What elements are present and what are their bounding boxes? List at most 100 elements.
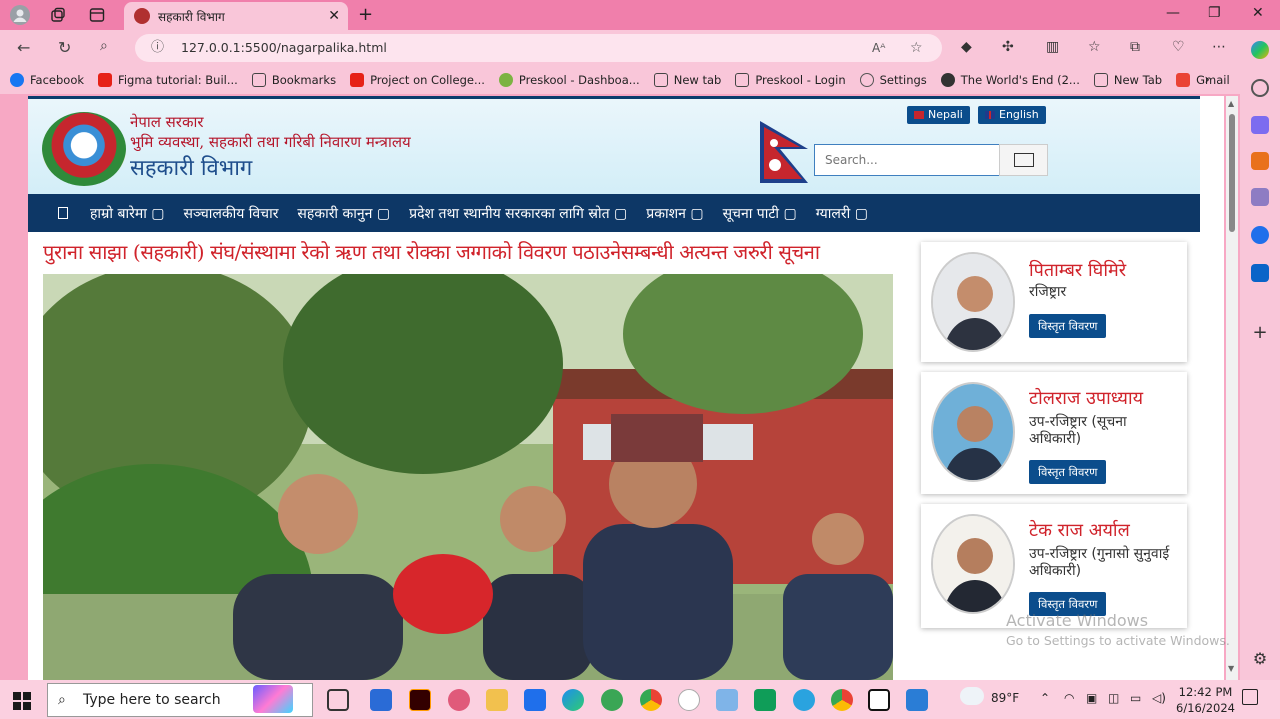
camo-icon[interactable]: [754, 689, 776, 711]
tools-briefcase-icon[interactable]: [1251, 152, 1269, 170]
official-role: उप-रजिष्ट्रार (गुनासो सुनुवाई अधिकारी): [1029, 546, 1170, 579]
search-highlight-icon[interactable]: [253, 685, 293, 713]
nav-province-local-resources[interactable]: प्रदेश तथा स्थानीय सरकारका लागि स्रोत ▢: [409, 204, 627, 223]
scroll-down-icon[interactable]: ▼: [1228, 664, 1234, 673]
chrome-icon[interactable]: [640, 689, 662, 711]
split-screen-icon[interactable]: ▥: [1046, 39, 1059, 55]
profile-icon[interactable]: [9, 4, 31, 26]
edge-sidebar: + ⚙: [1240, 30, 1280, 680]
official-card: टोलराज उपाध्याय उप-रजिष्ट्रार (सूचना अधि…: [921, 372, 1187, 494]
windows-start-icon[interactable]: [13, 692, 31, 710]
close-window-icon[interactable]: ✕: [1252, 5, 1264, 21]
official-role: रजिष्ट्रार: [1029, 284, 1067, 300]
adobe-illustrator-icon[interactable]: [409, 689, 431, 711]
restore-icon[interactable]: ❐: [1208, 5, 1221, 21]
extensions-puzzle-icon[interactable]: ✣: [1002, 39, 1014, 55]
file-explorer-icon[interactable]: [486, 689, 508, 711]
bookmark-label: Preskool - Dashboa...: [518, 73, 640, 87]
add-sidebar-app-icon[interactable]: +: [1251, 324, 1269, 342]
english-language-button[interactable]: English: [978, 106, 1046, 124]
bookmark-item[interactable]: Facebook: [10, 73, 84, 87]
notion-icon[interactable]: [868, 689, 890, 711]
show-hidden-icons-icon[interactable]: ⌃: [1040, 691, 1050, 705]
wifi-icon[interactable]: ◠: [1064, 691, 1074, 705]
extension-icon[interactable]: ◆: [961, 39, 972, 55]
search-icon[interactable]: ⌕: [100, 38, 108, 54]
bookmark-item[interactable]: Bookmarks: [251, 73, 336, 87]
battery-icon[interactable]: ▭: [1130, 691, 1141, 705]
close-tab-icon[interactable]: ✕: [328, 8, 340, 24]
games-icon[interactable]: [1251, 188, 1269, 206]
microsoft-store-icon[interactable]: [370, 689, 392, 711]
collections-icon[interactable]: ⧉: [1130, 39, 1140, 55]
bookmark-item[interactable]: Preskool - Login: [735, 73, 846, 87]
back-icon[interactable]: ←: [17, 38, 30, 57]
volume-icon[interactable]: ◁): [1152, 691, 1166, 705]
workspaces-icon[interactable]: [47, 4, 69, 26]
bookmark-item[interactable]: Settings: [859, 73, 927, 87]
chrome-profile-icon[interactable]: [831, 689, 853, 711]
green-app-icon[interactable]: [601, 689, 623, 711]
mail-icon[interactable]: [524, 689, 546, 711]
snipping-tool-icon[interactable]: [448, 689, 470, 711]
details-button[interactable]: विस्तृत विवरण: [1029, 460, 1107, 484]
bookmark-item[interactable]: The World's End (2...: [940, 73, 1080, 87]
nepali-language-button[interactable]: Nepali: [907, 106, 970, 124]
bookmark-item[interactable]: Gmail: [1176, 73, 1230, 87]
sidebar-search-icon[interactable]: [1251, 79, 1269, 97]
browser-essentials-icon[interactable]: ♡: [1172, 39, 1185, 55]
edge-icon[interactable]: [562, 689, 584, 711]
nav-publications[interactable]: प्रकाशन ▢: [646, 204, 703, 223]
site-search-button[interactable]: [999, 144, 1048, 176]
system-clock[interactable]: 12:42 PM 6/16/2024: [1176, 684, 1235, 716]
telegram-icon[interactable]: [793, 689, 815, 711]
sidebar-settings-icon[interactable]: ⚙: [1251, 650, 1269, 668]
app-icon[interactable]: [716, 689, 738, 711]
bookmark-item[interactable]: Preskool - Dashboa...: [498, 73, 640, 87]
active-tab[interactable]: सहकारी विभाग ✕: [124, 2, 348, 30]
copilot-icon[interactable]: [1251, 41, 1269, 59]
new-tab-icon[interactable]: +: [358, 4, 373, 25]
favorites-icon[interactable]: ☆: [1088, 39, 1101, 55]
nav-gallery[interactable]: ग्यालरी ▢: [816, 204, 868, 223]
tab-actions-icon[interactable]: [86, 4, 108, 26]
read-aloud-icon[interactable]: Aᴬ: [872, 34, 885, 62]
more-menu-icon[interactable]: ⋯: [1212, 39, 1226, 55]
camera-icon[interactable]: ◫: [1108, 691, 1119, 705]
bookmark-item[interactable]: New Tab: [1093, 73, 1163, 87]
bookmark-item[interactable]: Project on College...: [350, 73, 485, 87]
bookmark-item[interactable]: New tab: [653, 73, 721, 87]
m365-icon[interactable]: [1251, 226, 1269, 244]
bookmark-item[interactable]: Figma tutorial: Buil...: [98, 73, 238, 87]
meet-now-icon[interactable]: ▣: [1086, 691, 1097, 705]
weather-icon[interactable]: [960, 687, 984, 705]
bookmark-label: New Tab: [1113, 73, 1163, 87]
shopping-tag-icon[interactable]: [1251, 116, 1269, 134]
vscode-icon[interactable]: [906, 689, 928, 711]
nav-board-views[interactable]: सञ्चालकीय विचार: [184, 204, 279, 223]
bookmarks-overflow-icon[interactable]: ›: [1204, 72, 1210, 88]
weather-temp[interactable]: 89°F: [991, 691, 1019, 705]
scroll-thumb[interactable]: [1229, 114, 1235, 232]
refresh-icon[interactable]: ↻: [58, 38, 71, 57]
site-search-input[interactable]: [814, 144, 1000, 176]
nav-about[interactable]: हाम्रो बारेमा ▢: [90, 204, 165, 223]
site-info-icon[interactable]: ⓘ: [151, 34, 164, 62]
minimize-icon[interactable]: —: [1166, 5, 1180, 21]
details-button[interactable]: विस्तृत विवरण: [1029, 314, 1107, 338]
notifications-icon[interactable]: [1242, 689, 1258, 705]
nav-cooperative-law[interactable]: सहकारी कानुन ▢: [297, 204, 390, 223]
home-icon[interactable]: [58, 207, 68, 219]
settings-gear-icon: [859, 73, 874, 87]
page-scrollbar[interactable]: ▲ ▼: [1226, 96, 1238, 680]
official-photo: [931, 252, 1015, 352]
favorite-star-icon[interactable]: ☆: [910, 34, 923, 62]
nav-notice-board[interactable]: सूचना पाटी ▢: [723, 204, 797, 223]
taskbar-search-placeholder: Type here to search: [83, 692, 221, 708]
scroll-up-icon[interactable]: ▲: [1228, 99, 1234, 108]
notice-headline[interactable]: पुराना साझा (सहकारी) संघ/संस्थामा रेको ऋ…: [43, 238, 820, 265]
outlook-icon[interactable]: [1251, 264, 1269, 282]
chatbot-icon[interactable]: [678, 689, 700, 711]
address-bar[interactable]: ⓘ 127.0.0.1:5500/nagarpalika.html Aᴬ ☆: [135, 34, 942, 62]
task-view-icon[interactable]: [327, 689, 349, 711]
